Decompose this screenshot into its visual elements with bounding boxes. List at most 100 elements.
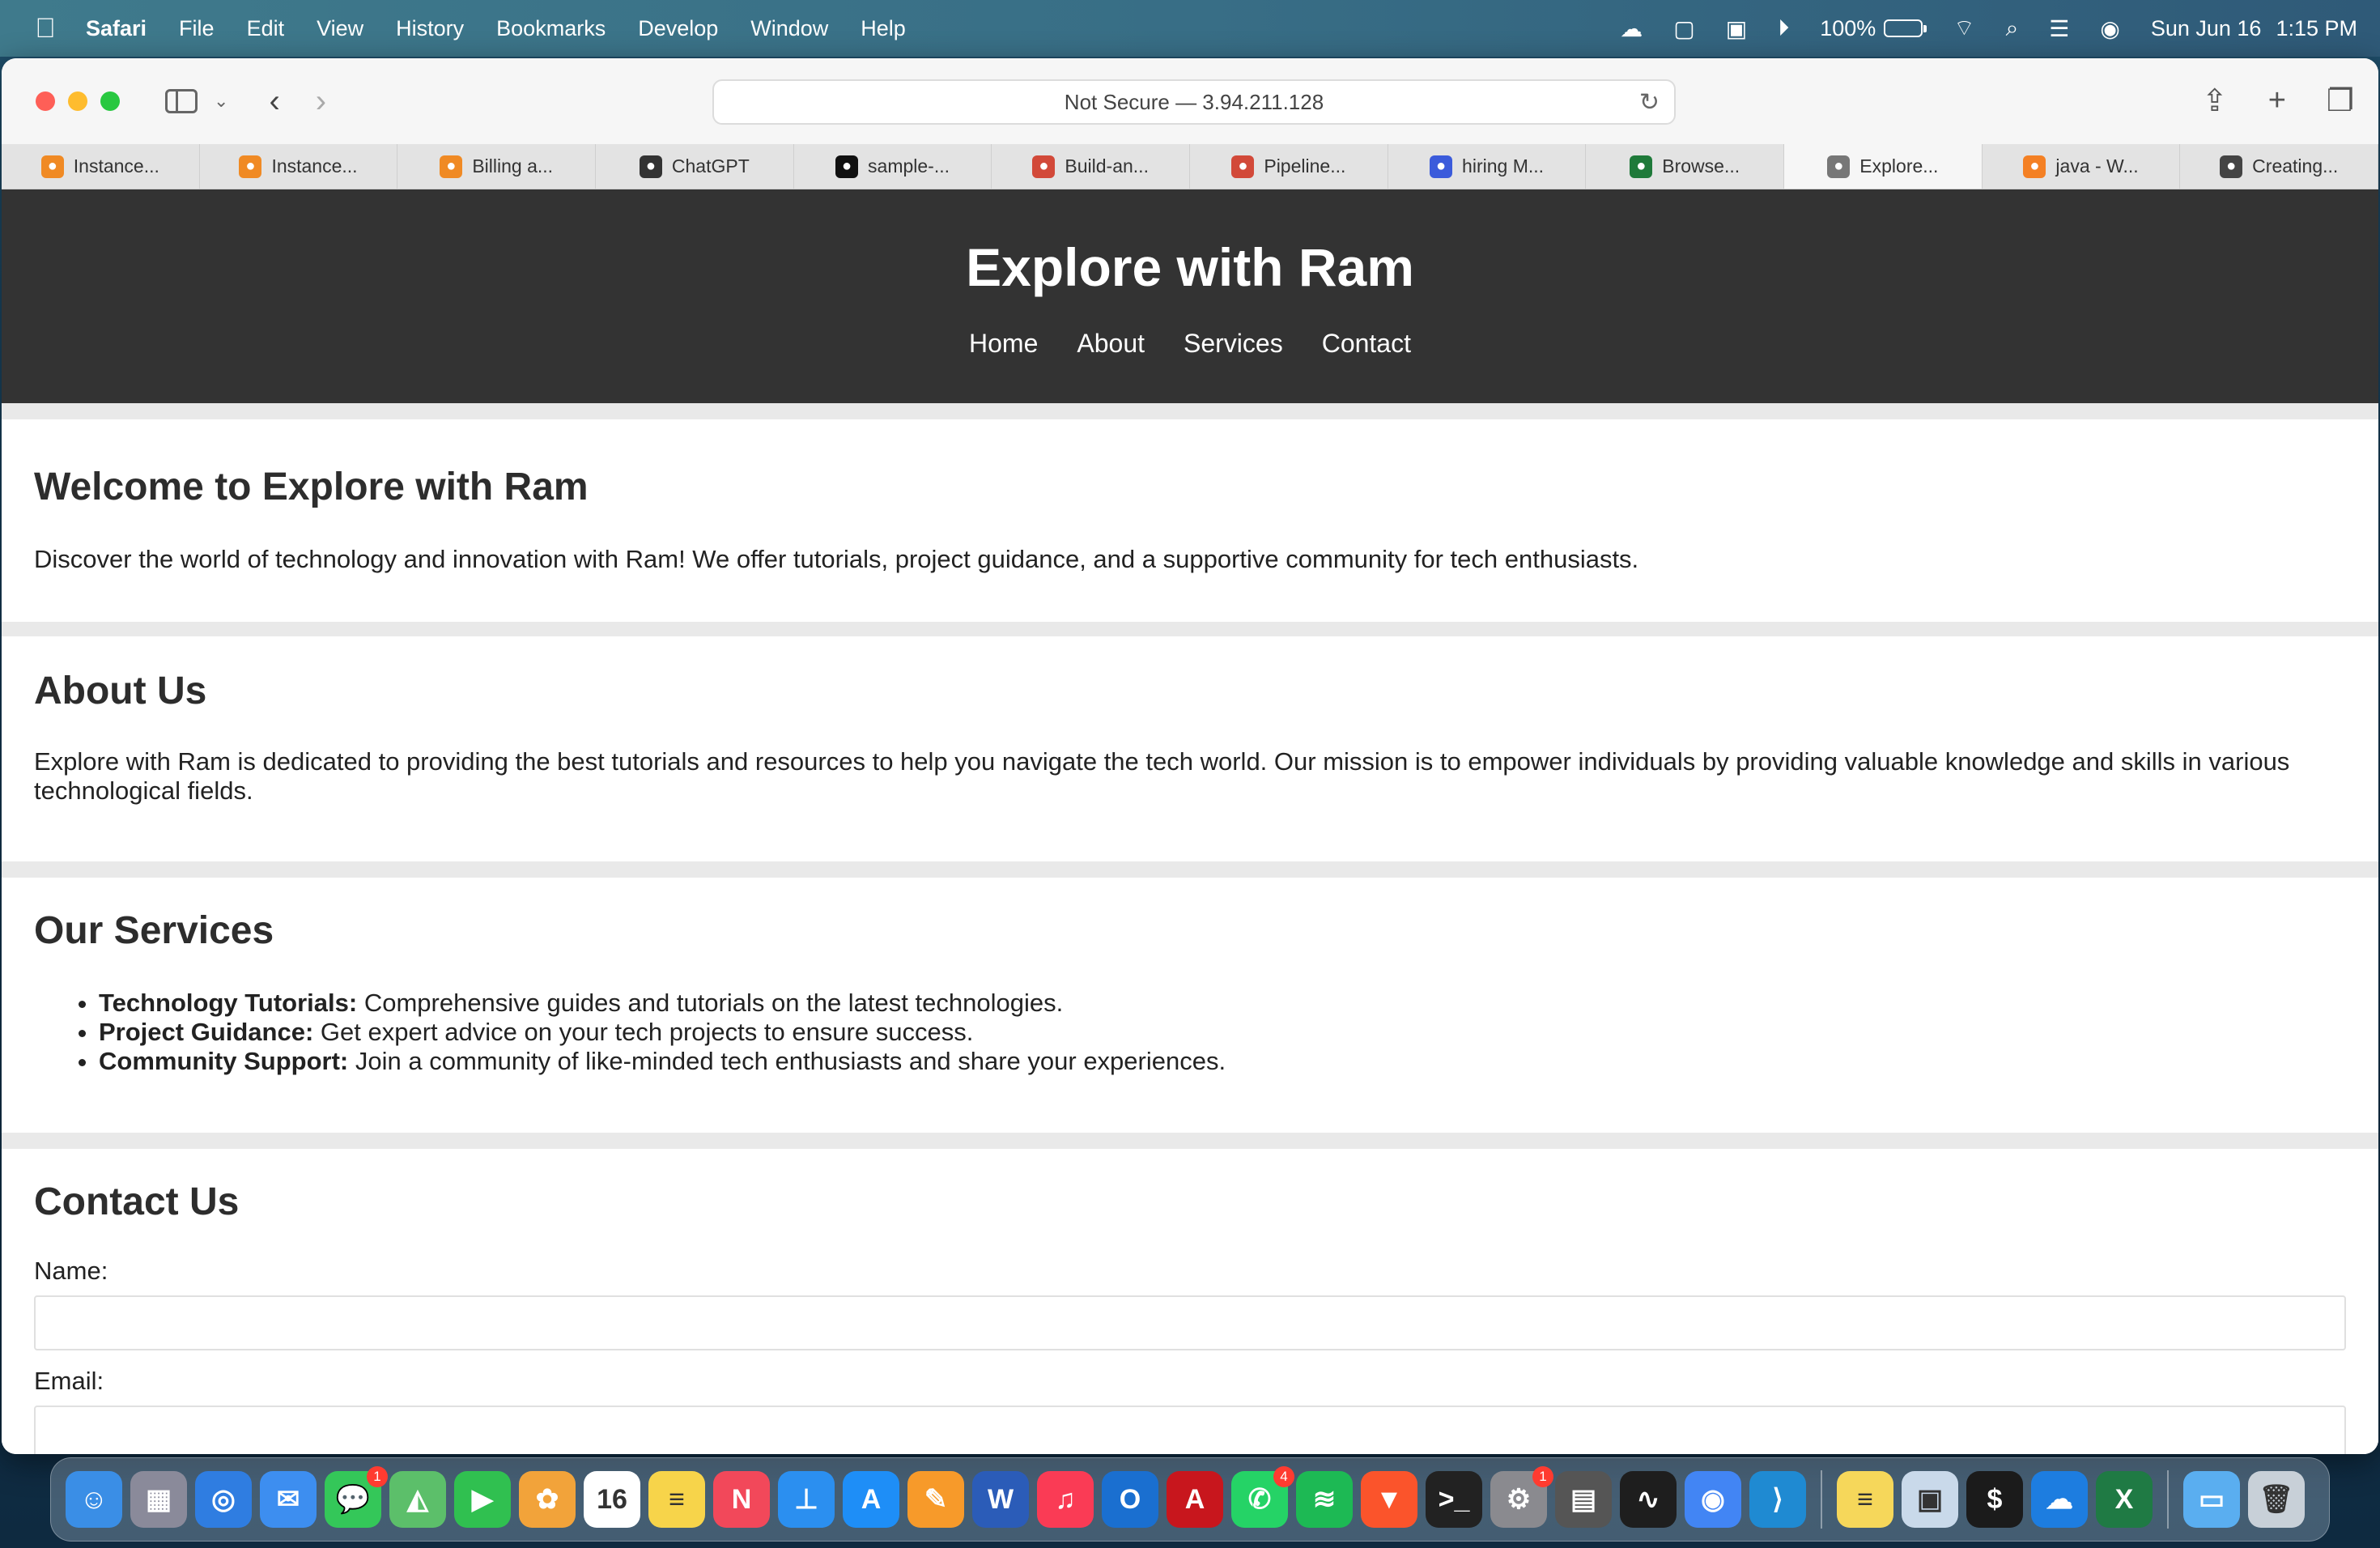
app-status-icon[interactable]: ▢ xyxy=(1673,15,1694,42)
services-section: Our Services Technology Tutorials: Compr… xyxy=(2,878,2378,1133)
browser-tab[interactable]: ● java - W... xyxy=(1983,144,2181,189)
menu-history[interactable]: History xyxy=(396,16,464,41)
nav-link-about[interactable]: About xyxy=(1077,329,1145,359)
downloads-folder-icon[interactable]: ▭ xyxy=(2183,1471,2240,1528)
menu-develop[interactable]: Develop xyxy=(638,16,718,41)
menu-bookmarks[interactable]: Bookmarks xyxy=(496,16,606,41)
app-store-icon[interactable]: A xyxy=(843,1471,899,1528)
terminal-icon[interactable]: >_ xyxy=(1426,1471,1482,1528)
wave-icon: ● xyxy=(1430,155,1453,178)
nav-link-home[interactable]: Home xyxy=(969,329,1038,359)
control-center-icon[interactable]: ☰ xyxy=(2049,15,2069,42)
acrobat-icon[interactable]: A xyxy=(1167,1471,1223,1528)
browser-tab[interactable]: ● Instance... xyxy=(2,144,200,189)
close-window-button[interactable] xyxy=(36,91,55,111)
safari-window: ⌄ ‹ › Not Secure — 3.94.211.128 ↻ ⇪ + ❐ … xyxy=(2,58,2378,1454)
service-item: Community Support: Join a community of l… xyxy=(99,1047,2346,1076)
facetime-icon[interactable]: ▶ xyxy=(454,1471,511,1528)
tab-label: java - W... xyxy=(2055,155,2139,176)
browser-tab[interactable]: ● sample-... xyxy=(794,144,992,189)
menu-file[interactable]: File xyxy=(179,16,215,41)
service-item: Technology Tutorials: Comprehensive guid… xyxy=(99,989,2346,1018)
about-heading: About Us xyxy=(34,670,207,712)
wifi-icon[interactable]: ⌔ xyxy=(1953,15,1974,43)
contact-heading: Contact Us xyxy=(34,1180,240,1223)
calendar-icon[interactable]: 16 xyxy=(584,1471,640,1528)
mail-icon[interactable]: ✉ xyxy=(260,1471,317,1528)
address-bar[interactable]: Not Secure — 3.94.211.128 ↻ xyxy=(712,79,1676,125)
stickies-icon[interactable]: ≡ xyxy=(1837,1471,1893,1528)
browser-tab[interactable]: ● hiring M... xyxy=(1388,144,1587,189)
zoom-window-button[interactable] xyxy=(100,91,120,111)
siri-icon[interactable]: ◉ xyxy=(2100,15,2119,42)
safari-icon[interactable]: ◎ xyxy=(195,1471,252,1528)
notes-icon[interactable]: ≡ xyxy=(648,1471,705,1528)
messages-icon[interactable]: 💬 1 xyxy=(325,1466,388,1528)
excel-icon[interactable]: X xyxy=(2096,1471,2153,1528)
reload-icon[interactable]: ↻ xyxy=(1639,88,1660,117)
browser-tab[interactable]: ● Browse... xyxy=(1586,144,1785,189)
browser-tab[interactable]: ● Creating... xyxy=(2180,144,2378,189)
browser-tab[interactable]: ● Explore... xyxy=(1784,144,1983,189)
whatsapp-icon[interactable]: ✆ 4 xyxy=(1231,1466,1294,1528)
preview-icon[interactable]: ▣ xyxy=(1902,1471,1958,1528)
onedrive-icon[interactable]: ☁ xyxy=(2031,1471,2088,1528)
toolbar-right-actions: ⇪ + ❐ xyxy=(2202,83,2354,119)
status-area: ☁ ▢ ▣ ⏵ 100% ⌔ ⌕ ☰ ◉ Sun Jun 16 1:15 PM xyxy=(1620,15,2357,43)
battery-status[interactable]: 100% xyxy=(1820,16,1927,41)
menu-view[interactable]: View xyxy=(317,16,363,41)
browser-tab[interactable]: ● Build-an... xyxy=(992,144,1191,189)
vscode-icon[interactable]: ⟩ xyxy=(1749,1471,1806,1528)
browser-tab[interactable]: ● ChatGPT xyxy=(596,144,794,189)
sidebar-toggle-icon[interactable] xyxy=(165,89,198,113)
new-tab-icon[interactable]: + xyxy=(2268,83,2286,119)
music-icon[interactable]: ♫ xyxy=(1037,1471,1094,1528)
launchpad-icon[interactable]: ▦ xyxy=(130,1471,187,1528)
finder-icon[interactable]: ☺ xyxy=(66,1471,122,1528)
spotify-icon[interactable]: ≋ xyxy=(1296,1471,1353,1528)
word-icon[interactable]: W xyxy=(972,1471,1029,1528)
outlook-status-icon[interactable]: ▣ xyxy=(1726,15,1747,42)
github-icon: ● xyxy=(835,155,859,178)
brave-icon[interactable]: ▼ xyxy=(1361,1471,1417,1528)
icloud-icon[interactable]: ☁ xyxy=(1620,15,1643,42)
chrome-icon[interactable]: ◉ xyxy=(1685,1471,1741,1528)
forward-button[interactable]: › xyxy=(316,83,326,120)
service-title: Project Guidance: xyxy=(99,1018,314,1046)
keynote-icon[interactable]: ⊥ xyxy=(778,1471,835,1528)
spotlight-search-icon[interactable]: ⌕ xyxy=(2006,15,2019,42)
clock-date[interactable]: Sun Jun 16 xyxy=(2151,16,2262,41)
trash-icon[interactable]: 🗑 xyxy=(2248,1471,2305,1528)
menu-help[interactable]: Help xyxy=(861,16,906,41)
browser-tab[interactable]: ● Pipeline... xyxy=(1190,144,1388,189)
share-icon[interactable]: ⇪ xyxy=(2202,83,2228,119)
activity-monitor-icon[interactable]: ∿ xyxy=(1620,1471,1677,1528)
menu-edit[interactable]: Edit xyxy=(247,16,285,41)
back-button[interactable]: ‹ xyxy=(269,83,279,120)
photos-icon[interactable]: ✿ xyxy=(519,1471,576,1528)
browser-tab[interactable]: ● Billing a... xyxy=(397,144,597,189)
menu-window[interactable]: Window xyxy=(750,16,828,41)
news-icon[interactable]: N xyxy=(713,1471,770,1528)
email-input[interactable] xyxy=(34,1406,2346,1454)
menu-bar:  Safari File Edit View History Bookmark… xyxy=(0,0,2380,57)
iterm-icon[interactable]: $ xyxy=(1966,1471,2023,1528)
apple-menu-icon[interactable]:  xyxy=(23,13,68,45)
calculator-icon[interactable]: ▤ xyxy=(1555,1471,1612,1528)
minimize-window-button[interactable] xyxy=(68,91,87,111)
play-status-icon[interactable]: ⏵ xyxy=(1778,15,1789,42)
tab-overview-icon[interactable]: ❐ xyxy=(2327,83,2354,119)
clock-time[interactable]: 1:15 PM xyxy=(2276,16,2357,41)
menu-app-safari[interactable]: Safari xyxy=(86,16,147,41)
chevron-down-icon[interactable]: ⌄ xyxy=(214,91,228,112)
browser-tab[interactable]: ● Instance... xyxy=(200,144,398,189)
maps-icon[interactable]: ◭ xyxy=(389,1471,446,1528)
nav-link-contact[interactable]: Contact xyxy=(1322,329,1411,359)
welcome-heading: Welcome to Explore with Ram xyxy=(34,466,589,508)
nav-link-services[interactable]: Services xyxy=(1184,329,1283,359)
pages-icon[interactable]: ✎ xyxy=(907,1471,964,1528)
name-input[interactable] xyxy=(34,1295,2346,1350)
system-settings-icon[interactable]: ⚙ 1 xyxy=(1490,1466,1553,1528)
outlook-icon[interactable]: O xyxy=(1102,1471,1158,1528)
tab-label: sample-... xyxy=(868,155,950,176)
